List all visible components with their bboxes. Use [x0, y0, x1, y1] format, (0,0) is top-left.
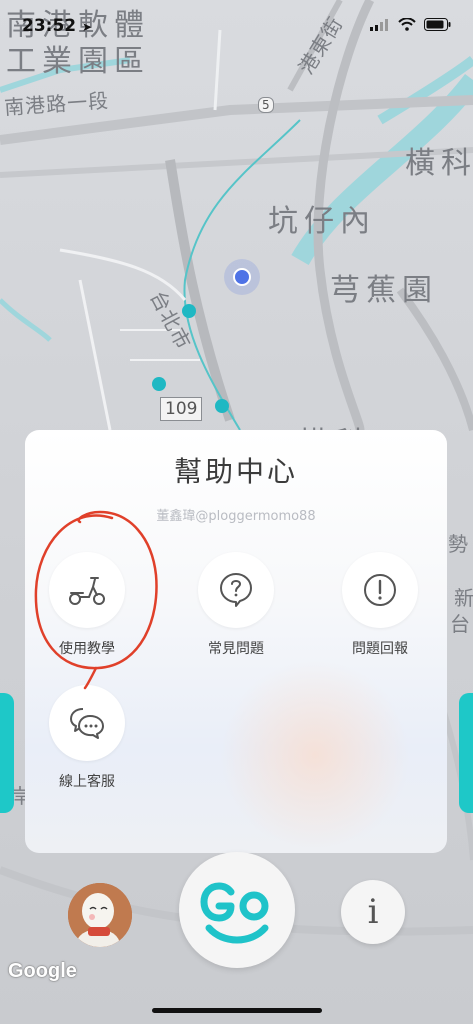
location-arrow-icon: ➤ — [82, 20, 93, 34]
option-report-circle[interactable] — [342, 552, 418, 628]
scooter-marker[interactable] — [215, 399, 229, 413]
option-tutorial-circle[interactable] — [49, 552, 125, 628]
cellular-signal-icon — [370, 18, 388, 31]
option-tutorial[interactable]: 使用教學 — [32, 552, 142, 658]
go-button[interactable] — [179, 852, 295, 968]
panel-title: 幫助中心 — [173, 455, 298, 488]
map-label-hengke-top: 橫科 — [405, 146, 473, 181]
map-label-partial-right-3: 台 — [450, 612, 471, 636]
panel-glow — [205, 660, 425, 850]
road-badge-5: 5 — [258, 97, 274, 113]
status-time: 23:52 ➤ — [22, 16, 92, 36]
option-live-support-label: 線上客服 — [59, 774, 115, 790]
chat-bubbles-icon — [70, 708, 104, 739]
left-edge-tab[interactable] — [0, 693, 14, 813]
exclamation-circle-icon — [364, 574, 396, 606]
map-label-district-line2: 工業園區 — [6, 44, 150, 79]
current-location-marker — [224, 259, 260, 295]
question-bubble-icon — [220, 573, 252, 607]
user-avatar[interactable] — [68, 883, 132, 947]
scooter-marker[interactable] — [182, 304, 196, 318]
status-indicators — [370, 18, 451, 31]
option-report[interactable]: 問題回報 — [325, 552, 435, 658]
info-button[interactable]: i — [341, 880, 405, 944]
home-indicator[interactable] — [152, 1008, 322, 1013]
help-center-panel: 幫助中心 董鑫瑋@ploggermomo88 使用教學 常見問題 問題回報 線上… — [25, 430, 447, 853]
battery-icon — [424, 18, 451, 31]
road-badge-109: 109 — [160, 397, 203, 421]
wifi-icon — [398, 18, 416, 31]
option-faq[interactable]: 常見問題 — [181, 552, 291, 658]
map-label-qianjiaoyuan: 芎蕉園 — [330, 273, 438, 308]
option-report-label: 問題回報 — [352, 641, 408, 657]
info-icon: i — [367, 892, 379, 932]
option-live-support[interactable]: 線上客服 — [32, 685, 142, 791]
avatar-illustration — [68, 883, 132, 947]
scooter-marker[interactable] — [152, 377, 166, 391]
option-tutorial-label: 使用教學 — [59, 641, 115, 657]
google-logo: Google — [8, 960, 77, 982]
go-logo — [200, 882, 269, 944]
watermark: 董鑫瑋@ploggermomo88 — [156, 509, 316, 524]
scooter-icon — [69, 577, 105, 605]
map-label-kengzainei: 坑仔內 — [268, 204, 376, 239]
option-faq-circle[interactable] — [198, 552, 274, 628]
right-edge-tab[interactable] — [459, 693, 473, 813]
map-label-partial-right-1: 勢 — [448, 532, 469, 556]
current-location-dot — [233, 268, 251, 286]
map-label-partial-right-2: 新 — [454, 586, 473, 610]
status-time-text: 23:52 — [22, 16, 77, 36]
option-faq-label: 常見問題 — [208, 641, 264, 657]
option-live-support-circle[interactable] — [49, 685, 125, 761]
